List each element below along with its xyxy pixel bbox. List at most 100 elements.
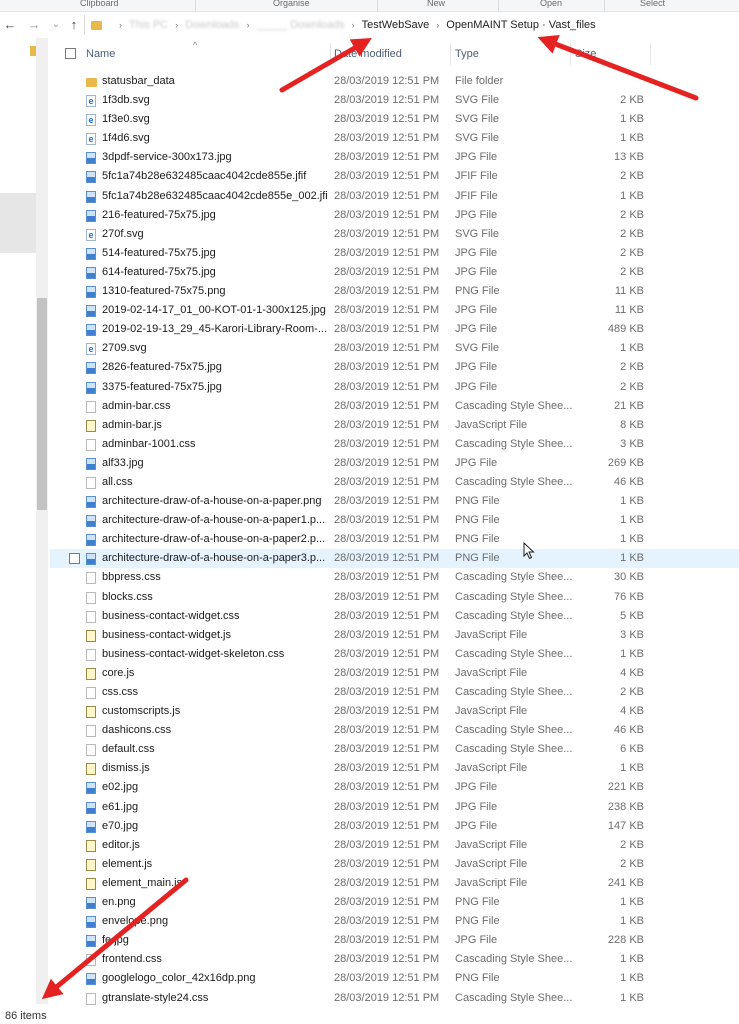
file-size: 238 KB (607, 800, 644, 813)
file-row[interactable]: default.css 28/03/2019 12:51 PM Cascading … (50, 740, 739, 759)
file-date-modified: 28/03/2019 12:51 PM (334, 934, 440, 947)
file-row[interactable]: all.css 28/03/2019 12:51 PM Cascading Styl… (50, 473, 739, 492)
file-row[interactable]: 1310-featured-75x75.png 28/03/2019 12:51 … (50, 282, 739, 301)
file-row[interactable]: 2826-featured-75x75.jpg 28/03/2019 12:51 … (50, 358, 739, 377)
file-name: 216-featured-75x75.jpg (102, 208, 216, 221)
file-row[interactable]: en.png 28/03/2019 12:51 PM PNG File 1 KB (50, 893, 739, 912)
file-row[interactable]: 5fc1a74b28e632485caac4042cde855e_002.jfi… (50, 187, 739, 206)
file-date-modified: 28/03/2019 12:51 PM (334, 113, 440, 126)
file-type: Cascading Style Shee... (455, 571, 573, 584)
file-row[interactable]: e 1f3db.svg 28/03/2019 12:51 PM SVG File 2 K… (50, 91, 739, 110)
file-row[interactable]: 2019-02-14-17_01_00-KOT-01-1-300x125.jpg… (50, 301, 739, 320)
file-row[interactable]: 5fc1a74b28e632485caac4042cde855e.jfif 28/… (50, 167, 739, 186)
file-row[interactable]: statusbar_data 28/03/2019 12:51 PM File fo… (50, 72, 739, 91)
file-date-modified: 28/03/2019 12:51 PM (334, 514, 440, 527)
scrollbar-thumb[interactable] (37, 298, 47, 510)
file-type: Cascading Style Shee... (455, 437, 573, 450)
file-date-modified: 28/03/2019 12:51 PM (334, 151, 440, 164)
file-name: 1f3e0.svg (102, 113, 150, 126)
file-row[interactable]: 3375-featured-75x75.jpg 28/03/2019 12:51 … (50, 378, 739, 397)
file-row[interactable]: 514-featured-75x75.jpg 28/03/2019 12:51 P… (50, 244, 739, 263)
file-row[interactable]: architecture-draw-of-a-house-on-a-paper1… (50, 511, 739, 530)
file-date-modified: 28/03/2019 12:51 PM (334, 896, 440, 909)
breadcrumb-testwebsave[interactable]: TestWebSave (362, 19, 430, 31)
file-type: SVG File (455, 94, 500, 107)
navigation-pane-selected-item[interactable] (0, 193, 36, 253)
file-row[interactable]: frontend.css 28/03/2019 12:51 PM Cascading… (50, 950, 739, 969)
file-row[interactable]: e02.jpg 28/03/2019 12:51 PM JPG File 221 KB (50, 778, 739, 797)
image-file-icon (86, 362, 96, 375)
file-type: JPG File (455, 781, 498, 794)
file-name: statusbar_data (102, 75, 175, 87)
file-row[interactable]: bbpress.css 28/03/2019 12:51 PM Cascading … (50, 568, 739, 587)
file-row[interactable]: admin-bar.css 28/03/2019 12:51 PM Cascadin… (50, 397, 739, 416)
file-type: Cascading Style Shee... (455, 647, 573, 660)
recent-locations-chevron-icon[interactable]: ⌄ (48, 17, 64, 33)
column-header-size[interactable]: Size (575, 48, 596, 60)
image-file-icon (86, 515, 96, 528)
file-row[interactable]: e 270f.svg 28/03/2019 12:51 PM SVG File 2 KB (50, 225, 739, 244)
file-row[interactable]: architecture-draw-of-a-house-on-a-paper.… (50, 492, 739, 511)
file-row[interactable]: dashicons.css 28/03/2019 12:51 PM Cascadin… (50, 721, 739, 740)
image-file-icon (86, 152, 96, 165)
file-row[interactable]: 2019-02-19-13_29_45-Karori-Library-Room-… (50, 320, 739, 339)
breadcrumb-downloads[interactable]: Downloads (185, 19, 239, 31)
file-name: e02.jpg (102, 781, 139, 794)
file-size: 489 KB (607, 323, 644, 336)
file-row[interactable]: element.js 28/03/2019 12:51 PM JavaScript … (50, 855, 739, 874)
file-row[interactable]: googlelogo_color_42x16dp.png 28/03/2019 1… (50, 969, 739, 988)
file-row[interactable]: 3dpdf-service-300x173.jpg 28/03/2019 12:5… (50, 148, 739, 167)
back-arrow-icon[interactable]: ← (2, 17, 18, 33)
column-header-name[interactable]: Name (86, 48, 115, 60)
file-row[interactable]: editor.js 28/03/2019 12:51 PM JavaScript F… (50, 836, 739, 855)
file-row[interactable]: 216-featured-75x75.jpg 28/03/2019 12:51 P… (50, 206, 739, 225)
file-row[interactable]: business-contact-widget.js 28/03/2019 12:… (50, 626, 739, 645)
file-size: 2 KB (620, 170, 644, 183)
file-name: business-contact-widget.css (102, 609, 240, 622)
select-all-checkbox[interactable] (65, 48, 76, 59)
breadcrumb-this-pc[interactable]: This PC (129, 19, 168, 31)
file-row[interactable]: e70.jpg 28/03/2019 12:51 PM JPG File 147 KB (50, 817, 739, 836)
file-row[interactable]: architecture-draw-of-a-house-on-a-paper2… (50, 530, 739, 549)
file-row[interactable]: e 1f4d6.svg 28/03/2019 12:51 PM SVG File 1 K… (50, 129, 739, 148)
breadcrumb-redacted-folder[interactable]: _____ Downloads (257, 19, 345, 31)
edge-document-icon: e (86, 133, 96, 146)
file-row[interactable]: core.js 28/03/2019 12:51 PM JavaScript Fil… (50, 664, 739, 683)
file-row[interactable]: architecture-draw-of-a-house-on-a-paper3… (50, 549, 739, 569)
forward-arrow-icon[interactable]: → (26, 17, 42, 33)
file-date-modified: 28/03/2019 12:51 PM (334, 399, 440, 412)
file-row[interactable]: business-contact-widget.css 28/03/2019 12… (50, 607, 739, 626)
file-type: JPG File (455, 361, 498, 374)
navigation-pane-scrollbar[interactable] (36, 38, 48, 1004)
file-row[interactable]: fe.jpg 28/03/2019 12:51 PM JPG File 228 KB (50, 931, 739, 950)
file-row[interactable]: customscripts.js 28/03/2019 12:51 PM JavaS… (50, 702, 739, 721)
file-row[interactable]: element_main.js 28/03/2019 12:51 PM JavaSc… (50, 874, 739, 893)
file-row[interactable]: e 1f3e0.svg 28/03/2019 12:51 PM SVG File 1 K… (50, 110, 739, 129)
column-header-date-modified[interactable]: Date modified (334, 48, 402, 60)
file-size: 1 KB (620, 342, 644, 355)
column-header-type[interactable]: Type (455, 48, 479, 60)
address-bar[interactable]: › This PC › Downloads › _____ Downloads … (84, 15, 739, 35)
row-select-checkbox[interactable] (69, 553, 80, 565)
file-row[interactable]: dismiss.js 28/03/2019 12:51 PM JavaScript … (50, 759, 739, 778)
file-row[interactable]: e61.jpg 28/03/2019 12:51 PM JPG File 238 KB (50, 798, 739, 817)
file-type: JavaScript File (455, 876, 528, 889)
file-row[interactable]: css.css 28/03/2019 12:51 PM Cascading Styl… (50, 683, 739, 702)
file-row[interactable]: admin-bar.js 28/03/2019 12:51 PM JavaScrip… (50, 416, 739, 435)
file-size: 30 KB (614, 571, 644, 584)
breadcrumb-vast-files[interactable]: OpenMAINT Setup · Vast_files (446, 19, 595, 31)
file-row[interactable]: gtranslate-style24.css 28/03/2019 12:51 P… (50, 989, 739, 1008)
file-row[interactable]: envelope.png 28/03/2019 12:51 PM PNG File 1… (50, 912, 739, 931)
file-row[interactable]: business-contact-widget-skeleton.css 28/0… (50, 645, 739, 664)
status-item-count: 86 items (5, 1010, 47, 1022)
file-row[interactable]: alf33.jpg 28/03/2019 12:51 PM JPG File 269 … (50, 454, 739, 473)
file-name: e70.jpg (102, 819, 139, 832)
file-row[interactable]: e 2709.svg 28/03/2019 12:51 PM SVG File 1 KB (50, 339, 739, 358)
file-row[interactable]: 614-featured-75x75.jpg 28/03/2019 12:51 P… (50, 263, 739, 282)
up-arrow-icon[interactable]: ↑ (66, 17, 82, 33)
script-file-icon (86, 706, 96, 719)
file-date-modified: 28/03/2019 12:51 PM (334, 781, 440, 794)
file-row[interactable]: adminbar-1001.css 28/03/2019 12:51 PM Casc… (50, 435, 739, 454)
file-name: googlelogo_color_42x16dp.png (102, 972, 256, 985)
file-row[interactable]: blocks.css 28/03/2019 12:51 PM Cascading S… (50, 588, 739, 607)
